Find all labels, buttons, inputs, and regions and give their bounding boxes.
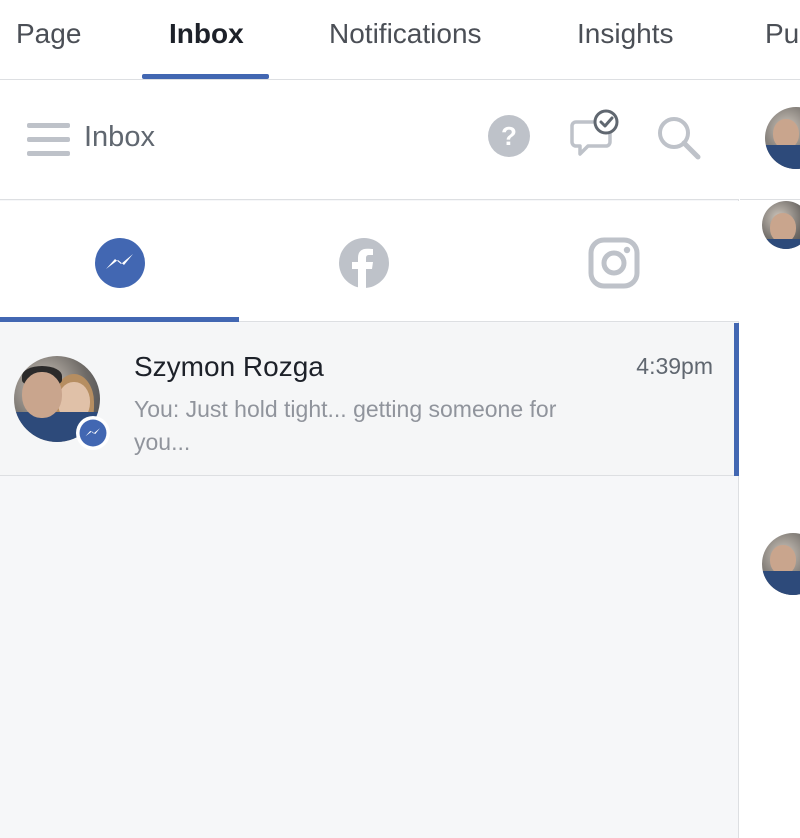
tab-instagram[interactable] xyxy=(494,201,733,322)
message-time: 4:39pm xyxy=(636,353,713,379)
inbox-header: Inbox ? xyxy=(0,81,739,200)
inbox-title: Inbox xyxy=(84,121,155,153)
help-icon[interactable]: ? xyxy=(487,114,531,163)
message-avatar xyxy=(762,533,800,595)
header-avatar xyxy=(765,107,800,169)
selected-indicator xyxy=(734,323,739,476)
menu-icon[interactable] xyxy=(27,123,70,157)
page-inbox-screen: Page Inbox Notifications Insights Pu Inb… xyxy=(0,0,800,838)
tab-messenger[interactable] xyxy=(0,201,239,322)
active-platform-indicator xyxy=(0,317,239,322)
tab-notifications[interactable]: Notifications xyxy=(329,18,482,50)
facebook-icon xyxy=(338,238,389,289)
tab-publishing-tools[interactable]: Pu xyxy=(765,18,799,50)
contact-name: Szymon Rozga xyxy=(134,351,324,382)
messenger-badge-icon xyxy=(76,416,110,450)
chat-check-icon[interactable] xyxy=(570,108,622,165)
search-icon[interactable] xyxy=(656,115,702,166)
platform-tabs xyxy=(0,201,739,322)
conversation-panel xyxy=(740,81,800,838)
inbox-panel: Inbox ? Szymon Rozga 4:39pm You: Just ho… xyxy=(0,81,739,838)
panel-divider xyxy=(740,199,800,200)
tab-page[interactable]: Page xyxy=(16,18,81,50)
svg-text:?: ? xyxy=(501,121,517,151)
active-tab-indicator xyxy=(142,74,269,79)
tab-insights[interactable]: Insights xyxy=(577,18,674,50)
messenger-icon xyxy=(94,238,145,288)
tab-inbox[interactable]: Inbox xyxy=(169,18,244,50)
conversation-list-item[interactable]: Szymon Rozga 4:39pm You: Just hold tight… xyxy=(0,323,739,476)
top-navigation: Page Inbox Notifications Insights Pu xyxy=(0,0,800,80)
message-avatar xyxy=(762,201,800,249)
tab-facebook[interactable] xyxy=(244,201,483,322)
message-snippet: You: Just hold tight... getting someone … xyxy=(134,396,557,455)
instagram-icon xyxy=(588,237,639,289)
